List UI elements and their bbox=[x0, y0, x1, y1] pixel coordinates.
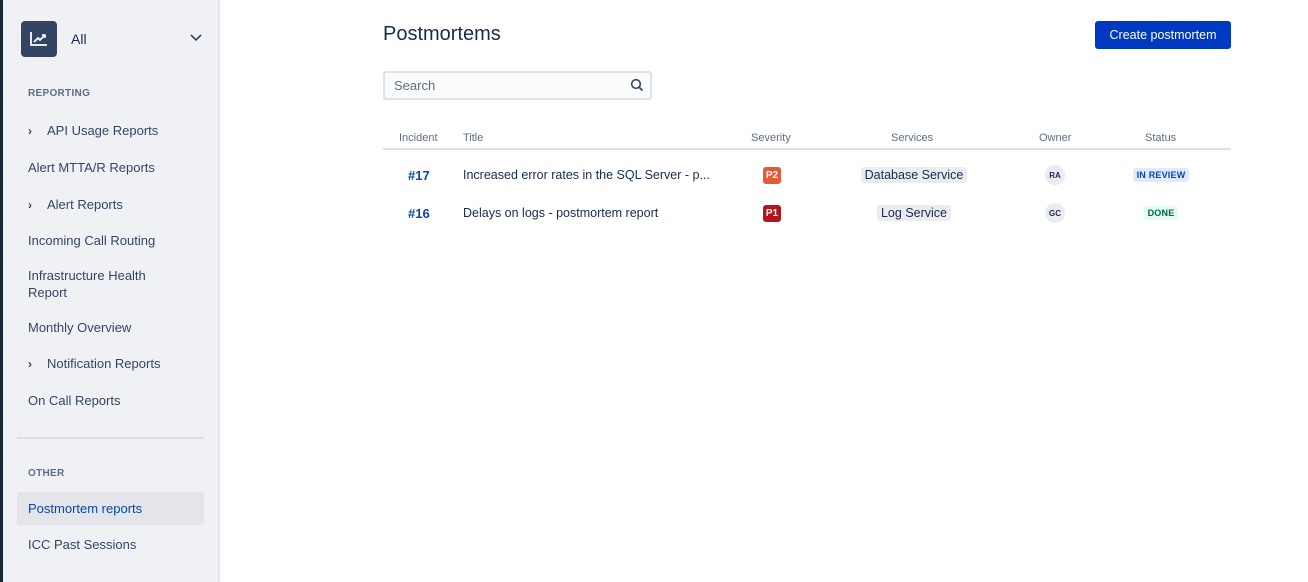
sidebar-item-icc-past-sessions[interactable]: ICC Past Sessions bbox=[17, 536, 204, 553]
chevron-right-icon: › bbox=[28, 124, 32, 138]
service-tag: Log Service bbox=[876, 205, 951, 221]
sidebar-item-label: Alert Reports bbox=[47, 197, 123, 212]
table-header: Incident Title Severity Services Owner S… bbox=[383, 130, 1231, 150]
column-header-incident[interactable]: Incident bbox=[399, 132, 438, 144]
sidebar-item-incoming-call-routing[interactable]: Incoming Call Routing bbox=[17, 232, 204, 249]
incident-link[interactable]: #16 bbox=[408, 206, 430, 221]
postmortem-title[interactable]: Delays on logs - postmortem report bbox=[463, 206, 728, 220]
column-header-status[interactable]: Status bbox=[1145, 132, 1176, 144]
sidebar-divider bbox=[17, 437, 204, 439]
sidebar-item-label: Alert MTTA/R Reports bbox=[28, 160, 155, 175]
owner-avatar: GC bbox=[1045, 203, 1065, 223]
sidebar-item-postmortem-reports[interactable]: Postmortem reports bbox=[17, 492, 204, 525]
chevron-right-icon: › bbox=[28, 357, 32, 371]
sidebar-item-label: ICC Past Sessions bbox=[28, 537, 137, 552]
search-icon[interactable] bbox=[630, 78, 644, 97]
postmortem-title[interactable]: Increased error rates in the SQL Server … bbox=[463, 168, 728, 182]
sidebar-item-alert-mtta-r-reports[interactable]: Alert MTTA/R Reports bbox=[17, 159, 204, 176]
search-box bbox=[383, 71, 652, 100]
postmortems-table: Incident Title Severity Services Owner S… bbox=[383, 130, 1231, 232]
sidebar-item-infrastructure-health-report[interactable]: Infrastructure Health Report bbox=[17, 267, 177, 301]
sidebar: All REPORTING › API Usage Reports Alert M… bbox=[3, 0, 219, 582]
chevron-right-icon: › bbox=[28, 198, 32, 212]
search-input[interactable] bbox=[385, 73, 650, 98]
sidebar-item-api-usage-reports[interactable]: › API Usage Reports bbox=[17, 122, 204, 140]
table-row[interactable]: #17 Increased error rates in the SQL Ser… bbox=[383, 156, 1231, 194]
sidebar-item-label: API Usage Reports bbox=[47, 123, 159, 138]
sidebar-item-label: Monthly Overview bbox=[28, 320, 132, 335]
incident-link[interactable]: #17 bbox=[408, 168, 430, 183]
status-badge: IN REVIEW bbox=[1132, 168, 1190, 182]
sidebar-item-label: Notification Reports bbox=[47, 356, 161, 371]
column-header-services[interactable]: Services bbox=[891, 132, 933, 144]
column-header-severity[interactable]: Severity bbox=[751, 132, 791, 144]
service-tag: Database Service bbox=[860, 167, 968, 183]
page-title: Postmortems bbox=[383, 23, 501, 45]
severity-badge: P2 bbox=[763, 166, 781, 184]
create-postmortem-button[interactable]: Create postmortem bbox=[1095, 21, 1231, 49]
sidebar-item-alert-reports[interactable]: › Alert Reports bbox=[17, 196, 204, 214]
sidebar-item-label: Infrastructure Health Report bbox=[28, 268, 146, 300]
table-row[interactable]: #16 Delays on logs - postmortem report P… bbox=[383, 194, 1231, 232]
section-label-other: OTHER bbox=[28, 468, 65, 479]
sidebar-item-label: Incoming Call Routing bbox=[28, 233, 156, 248]
sidebar-item-monthly-overview[interactable]: Monthly Overview bbox=[17, 319, 204, 336]
section-label-reporting: REPORTING bbox=[28, 88, 91, 99]
sidebar-item-on-call-reports[interactable]: On Call Reports bbox=[17, 392, 204, 409]
owner-avatar: RA bbox=[1045, 165, 1065, 185]
project-switcher[interactable]: All bbox=[21, 20, 207, 58]
status-badge: DONE bbox=[1143, 206, 1179, 220]
sidebar-item-label: Postmortem reports bbox=[28, 501, 143, 516]
sidebar-item-label: On Call Reports bbox=[28, 393, 121, 408]
sidebar-shadow bbox=[219, 0, 221, 582]
column-header-owner[interactable]: Owner bbox=[1039, 132, 1071, 144]
column-header-title[interactable]: Title bbox=[463, 132, 483, 144]
chart-trend-icon bbox=[21, 21, 57, 57]
severity-badge: P1 bbox=[763, 204, 781, 222]
sidebar-item-notification-reports[interactable]: › Notification Reports bbox=[17, 355, 204, 373]
chevron-down-icon[interactable] bbox=[189, 30, 203, 48]
project-label: All bbox=[71, 31, 87, 47]
